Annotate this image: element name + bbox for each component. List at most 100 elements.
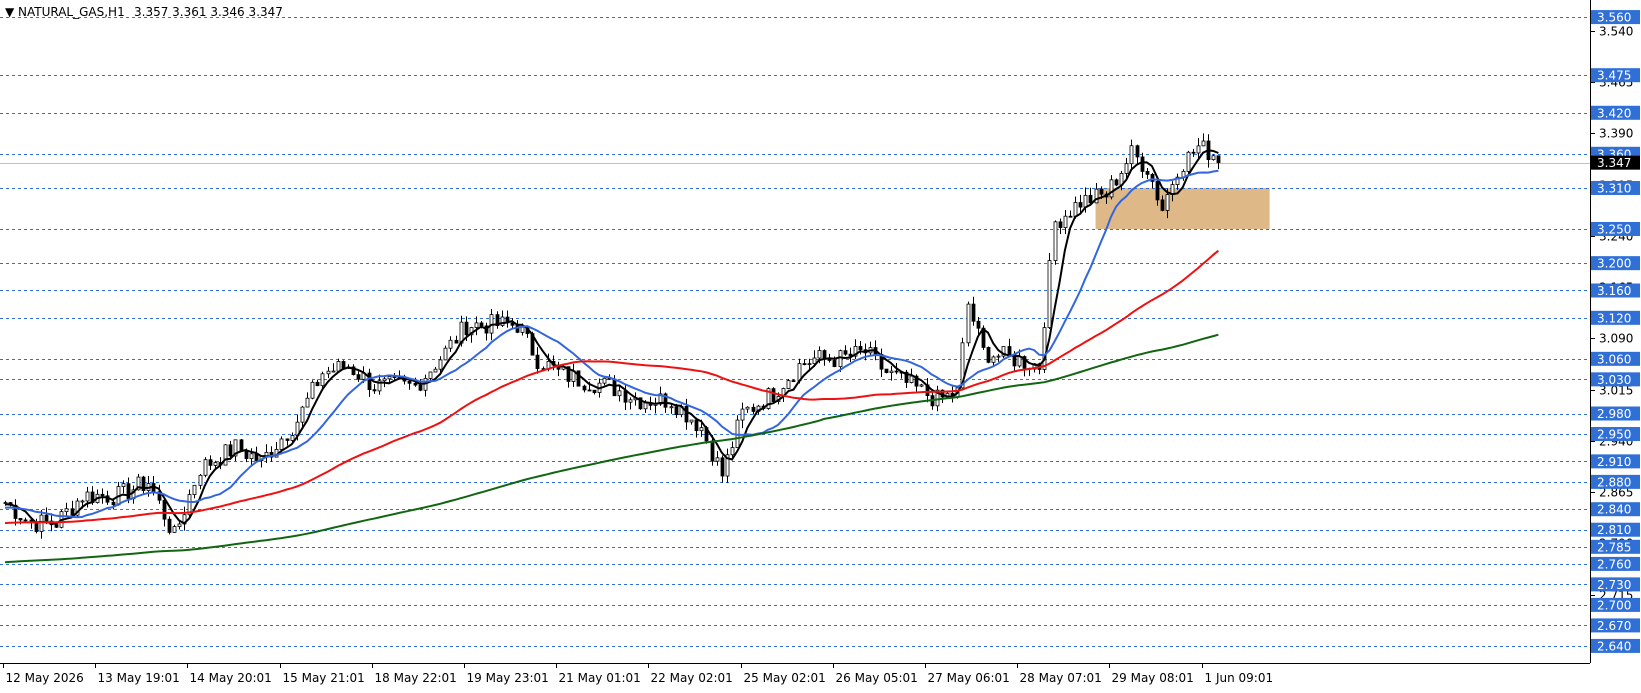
level-tag-label: 3.420: [1597, 106, 1631, 120]
candle-body: [991, 356, 996, 363]
candle-body: [715, 457, 720, 462]
candle-body: [1129, 145, 1134, 165]
level-tag: 2.785: [1591, 539, 1640, 554]
candle-body: [710, 440, 715, 462]
candle-body: [889, 370, 894, 373]
candle-body: [177, 523, 182, 527]
supply-demand-zone: [1095, 187, 1270, 229]
x-tick-label: 22 May 02:01: [651, 671, 733, 685]
candle-body: [786, 380, 791, 389]
candle-body: [1140, 156, 1145, 172]
candle-body: [85, 491, 90, 502]
candle-body: [1216, 155, 1221, 164]
candle-body: [858, 346, 863, 351]
x-tick-label: 28 May 07:01: [1020, 671, 1102, 685]
price-tag: 3.347: [1591, 155, 1640, 170]
candle-body: [438, 359, 443, 370]
candle-body: [208, 459, 213, 466]
candle-body: [612, 378, 617, 397]
candle-body: [407, 380, 412, 384]
candle-body: [623, 390, 628, 403]
candle-body: [192, 484, 197, 495]
candle-body: [669, 406, 674, 409]
candle-body: [223, 444, 228, 466]
level-tag: 3.475: [1591, 68, 1640, 83]
level-tag-label: 2.700: [1597, 598, 1631, 612]
candle-body: [996, 355, 1001, 358]
candle-body: [976, 320, 981, 329]
candle-body: [1109, 179, 1114, 198]
candle-body: [172, 526, 177, 533]
candle-body: [1160, 199, 1165, 211]
candle-body: [326, 370, 331, 375]
candle-body: [1047, 260, 1052, 329]
candle-body: [413, 382, 418, 386]
symbol-label: NATURAL_GAS,H1: [18, 5, 125, 19]
candle-body: [740, 408, 745, 421]
candle-body: [213, 462, 218, 466]
level-tag-label: 2.950: [1597, 428, 1631, 442]
level-tag: 3.560: [1591, 10, 1640, 25]
level-tag: 3.420: [1591, 105, 1640, 120]
price-chart[interactable]: 3.5403.4653.3903.3153.2403.1653.0903.015…: [0, 0, 1641, 693]
candle-body: [587, 389, 592, 392]
level-tag-label: 2.980: [1597, 407, 1631, 421]
candle-body: [500, 316, 505, 326]
candle-body: [428, 371, 433, 379]
candle-body: [382, 378, 387, 382]
candle-body: [1042, 327, 1047, 370]
level-tag-label: 2.840: [1597, 503, 1631, 517]
candle-body: [628, 399, 633, 403]
x-tick-label: 18 May 22:01: [375, 671, 457, 685]
candle-body: [884, 368, 889, 373]
candle-body: [320, 373, 325, 387]
y-tick-label: 3.090: [1599, 332, 1633, 346]
level-tag: 2.640: [1591, 638, 1640, 653]
level-tag-label: 2.910: [1597, 455, 1631, 469]
candle-body: [80, 500, 85, 503]
candle-body: [39, 514, 44, 532]
candle-body: [1124, 163, 1129, 174]
candle-body: [315, 381, 320, 387]
candle-body: [228, 444, 233, 457]
candle-body: [674, 406, 679, 416]
candle-body: [684, 406, 689, 423]
candle-body: [418, 384, 423, 391]
level-tag: 2.760: [1591, 556, 1640, 571]
level-tag: 2.730: [1591, 577, 1640, 592]
plot-area[interactable]: [0, 0, 1641, 693]
candle-body: [300, 406, 305, 423]
level-tag: 2.980: [1591, 406, 1640, 421]
candle-body: [520, 326, 525, 333]
candle-body: [54, 524, 59, 528]
level-tag: 3.250: [1591, 221, 1640, 236]
candle-body: [1053, 221, 1058, 261]
candle-body: [1068, 215, 1073, 218]
candle-body: [617, 390, 622, 397]
candle-body: [1099, 188, 1104, 195]
ohlc-readout: 3.357 3.361 3.346 3.347: [134, 5, 283, 19]
level-tag-label: 3.120: [1597, 311, 1631, 325]
candle-body: [448, 339, 453, 349]
candle-body: [285, 438, 290, 441]
level-tag: 3.310: [1591, 180, 1640, 195]
candle-body: [1007, 346, 1012, 355]
candle-body: [167, 518, 172, 533]
candle-body: [474, 322, 479, 328]
level-tag: 2.840: [1591, 502, 1640, 517]
candle-body: [162, 499, 167, 520]
candle-body: [986, 347, 991, 363]
candle-body: [372, 389, 377, 392]
candle-body: [817, 350, 822, 359]
candle-body: [279, 438, 284, 450]
candle-body: [894, 370, 899, 373]
candle-body: [1058, 221, 1063, 228]
y-tick-label: 3.390: [1599, 127, 1633, 141]
candle-body: [305, 397, 310, 408]
level-tag: 2.700: [1591, 597, 1640, 612]
candle-body: [310, 381, 315, 399]
x-tick-label: 19 May 23:01: [467, 671, 549, 685]
x-tick-label: 12 May 2026: [6, 671, 84, 685]
chart-header-triangle-icon[interactable]: ▼: [5, 5, 15, 19]
level-tag: 2.880: [1591, 474, 1640, 489]
